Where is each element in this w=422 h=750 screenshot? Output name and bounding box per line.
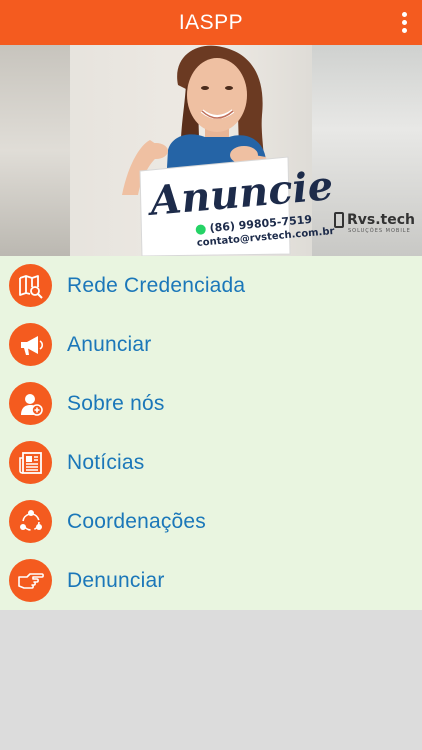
map-search-icon [9,264,52,307]
brand-mark-icon [334,212,344,228]
brand-tagline: SOLUÇÕES MOBILE [348,228,411,234]
menu-item-label: Sobre nós [67,391,165,415]
user-add-icon [9,382,52,425]
newspaper-icon [9,441,52,484]
menu-item-label: Rede Credenciada [67,273,246,297]
app-title: IASPP [178,10,244,34]
menu-item-label: Anunciar [67,332,152,356]
menu-item-rede-credenciada[interactable]: Rede Credenciada [0,256,422,315]
app-bar: IASPP [0,0,422,45]
menu-item-coordenacoes[interactable]: Coordenações [0,492,422,551]
brand-logo: Rvs.tech SOLUÇÕES MOBILE [334,212,415,234]
menu-item-denunciar[interactable]: Denunciar [0,551,422,610]
menu-item-label: Coordenações [67,509,206,533]
menu-item-anunciar[interactable]: Anunciar [0,315,422,374]
overflow-menu-icon[interactable] [396,9,412,35]
menu-item-label: Notícias [67,450,145,474]
menu-item-label: Denunciar [67,568,165,592]
pointing-hand-icon [9,559,52,602]
brand-name: Rvs.tech [347,212,416,228]
empty-content-area [0,610,422,750]
menu-item-sobre-nos[interactable]: Sobre nós [0,374,422,433]
whatsapp-icon [195,223,207,235]
main-menu: Rede Credenciada Anunciar Sobre nós Notí… [0,256,422,610]
menu-item-noticias[interactable]: Notícias [0,433,422,492]
network-cycle-icon [9,500,52,543]
megaphone-icon [9,323,52,366]
ad-banner[interactable]: Anuncie (86) 99805-7519 contato@rvstech.… [0,45,422,256]
